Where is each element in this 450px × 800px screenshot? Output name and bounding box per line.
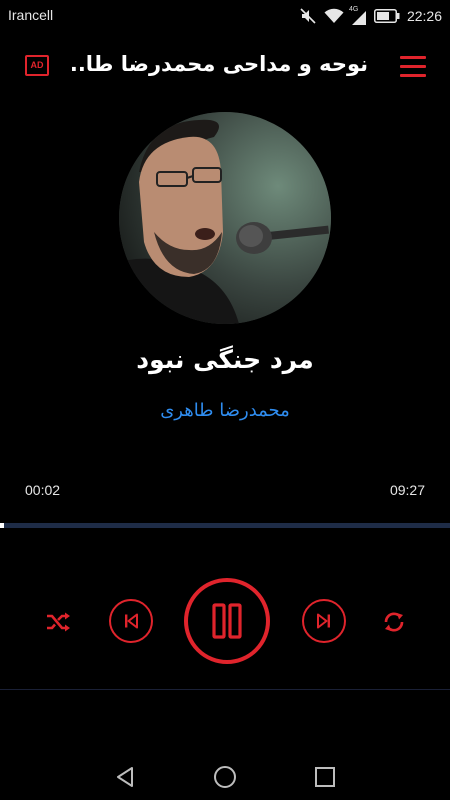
track-title: مرد جنگی نبود: [136, 345, 314, 374]
system-nav-bar: [0, 750, 450, 800]
play-pause-button[interactable]: [184, 578, 270, 664]
repeat-button[interactable]: [380, 608, 408, 636]
signal-icon: 4G: [349, 6, 367, 25]
skip-next-icon: [317, 613, 330, 629]
home-button[interactable]: [212, 764, 238, 790]
hamburger-menu-icon[interactable]: [400, 56, 426, 78]
album-artwork: [119, 112, 331, 324]
wifi-icon: [324, 8, 344, 23]
home-circle-icon: [214, 766, 236, 788]
next-button[interactable]: [302, 599, 346, 643]
mute-vibrate-icon: [300, 8, 316, 24]
total-time: 09:27: [389, 482, 425, 498]
artist-name[interactable]: محمدرضا طاهری: [0, 400, 450, 421]
status-icons: 4G 22:26: [299, 5, 442, 27]
clock: 22:26: [406, 8, 442, 24]
current-time: 00:02: [25, 482, 61, 498]
app-toolbar: AD نوحه و مداحی محمدرضا طا...: [0, 38, 450, 96]
shuffle-icon: [47, 612, 70, 632]
recents-button[interactable]: [312, 764, 338, 790]
seek-bar-progress: [0, 523, 4, 528]
pause-icon: [212, 603, 242, 639]
status-bar: Irancell 4G 22:26: [0, 0, 450, 32]
divider: [0, 689, 450, 690]
skip-previous-icon: [125, 613, 138, 629]
ad-icon[interactable]: AD: [25, 55, 49, 76]
carrier-name: Irancell: [8, 7, 54, 23]
battery-icon: [373, 9, 400, 23]
shuffle-button[interactable]: [44, 608, 72, 636]
repeat-icon: [384, 612, 404, 632]
seek-bar[interactable]: [0, 523, 450, 528]
previous-button[interactable]: [109, 599, 153, 643]
back-triangle-icon: [117, 767, 133, 787]
app-title: نوحه و مداحی محمدرضا طا...: [68, 52, 368, 76]
back-button[interactable]: [112, 764, 138, 790]
recents-square-icon: [315, 767, 335, 787]
